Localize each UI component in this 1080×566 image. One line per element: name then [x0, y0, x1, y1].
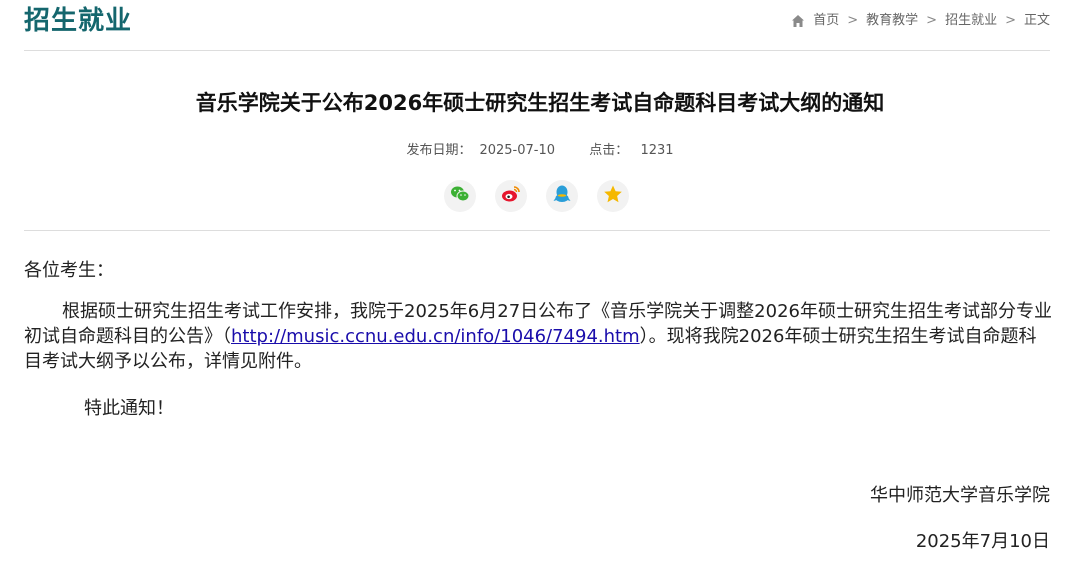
section-title: 招生就业 [24, 6, 133, 36]
share-bar [444, 180, 629, 212]
breadcrumb-item-education[interactable]: 教育教学 [866, 12, 918, 30]
breadcrumb-separator: > [847, 13, 859, 28]
share-wechat-button[interactable] [444, 180, 476, 212]
favorite-star-icon [603, 184, 623, 208]
clicks-label: 点击： [589, 143, 629, 158]
greeting: 各位考生： [24, 260, 114, 281]
breadcrumb-separator: > [926, 13, 938, 28]
header-divider [24, 50, 1050, 51]
notice-text: 特此通知！ [84, 398, 174, 419]
breadcrumb: 首页 > 教育教学 > 招生就业 > 正文 [791, 12, 1050, 30]
share-weibo-button[interactable] [495, 180, 527, 212]
announcement-link[interactable]: http://music.ccnu.edu.cn/info/1046/7494.… [231, 326, 640, 347]
content-divider [24, 230, 1050, 231]
signature-org: 华中师范大学音乐学院 [870, 485, 1050, 506]
breadcrumb-item-current: 正文 [1023, 13, 1050, 28]
share-qq-button[interactable] [546, 180, 578, 212]
signature-date: 2025年7月10日 [915, 531, 1050, 552]
favorite-button[interactable] [597, 180, 629, 212]
publish-date-label: 发布日期： [406, 143, 472, 158]
breadcrumb-separator: > [1005, 13, 1016, 28]
page: 招生就业 首页 > 教育教学 > 招生就业 > 正文 音乐学院关于公布2026年… [0, 0, 1080, 566]
qq-icon [553, 184, 571, 208]
publish-date: 2025-07-10 [479, 143, 556, 158]
body-paragraph: 根据硕士研究生招生考试工作安排，我院于2025年6月27日公布了《音乐学院关于调… [24, 299, 1054, 374]
weibo-icon [501, 185, 521, 207]
home-icon[interactable] [791, 14, 805, 28]
wechat-icon [450, 185, 470, 207]
article-title: 音乐学院关于公布2026年硕士研究生招生考试自命题科目考试大纲的通知 [195, 91, 885, 115]
article-meta: 发布日期： 2025-07-10 点击： 1231 [0, 142, 1080, 160]
breadcrumb-item-admissions[interactable]: 招生就业 [945, 12, 997, 30]
breadcrumb-home-link[interactable]: 首页 [813, 12, 839, 30]
click-count: 1231 [640, 143, 674, 158]
